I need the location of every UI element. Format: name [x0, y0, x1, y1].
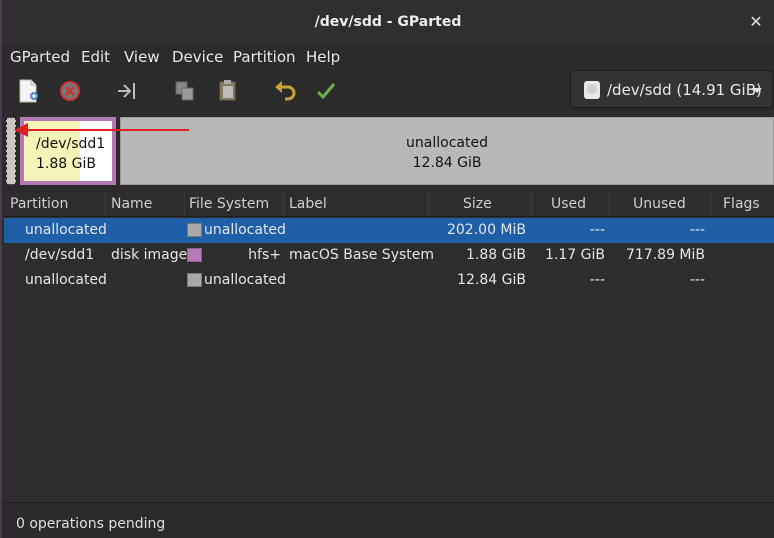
graph-unallocated-size: 12.84 GiB	[412, 155, 482, 171]
col-separator	[609, 192, 610, 216]
col-separator	[428, 192, 429, 216]
undo-icon[interactable]	[272, 78, 298, 104]
new-icon[interactable]	[15, 78, 41, 104]
fs-color-swatch	[187, 223, 202, 237]
menu-edit[interactable]: Edit	[81, 48, 110, 66]
col-size[interactable]: Size	[463, 196, 492, 212]
menu-partition[interactable]: Partition	[233, 48, 296, 66]
device-selector[interactable]: /dev/sdd (14.91 GiB)	[570, 70, 773, 108]
partition-table: Partition Name File System Label Size Us…	[4, 192, 774, 502]
graph-partition-size: 1.88 GiB	[36, 156, 96, 172]
col-separator	[105, 192, 106, 216]
fs-color-swatch	[187, 273, 202, 287]
delete-icon[interactable]	[57, 78, 83, 104]
table-row[interactable]: /dev/sdd1 disk image hfs+ macOS Base Sys…	[4, 243, 774, 268]
apply-icon[interactable]	[313, 78, 339, 104]
graph-unallocated-label: unallocated	[406, 135, 488, 151]
menu-gparted[interactable]: GParted	[10, 48, 70, 66]
cell-partition: unallocated	[25, 222, 107, 238]
cell-partition: /dev/sdd1	[25, 247, 95, 263]
col-separator	[710, 192, 711, 216]
cell-partition: unallocated	[25, 272, 107, 288]
col-name[interactable]: Name	[111, 196, 152, 212]
cell-name: disk image	[111, 247, 188, 263]
status-bar: 0 operations pending	[2, 502, 774, 538]
cell-size: 1.88 GiB	[466, 247, 526, 263]
cell-size: 12.84 GiB	[457, 272, 526, 288]
cell-filesystem: hfs+	[248, 247, 281, 263]
device-label: /dev/sdd (14.91 GiB)	[607, 81, 762, 99]
col-flags[interactable]: Flags	[723, 196, 760, 212]
close-icon[interactable]: ✕	[746, 12, 766, 32]
cell-label: macOS Base System	[289, 247, 435, 263]
col-used[interactable]: Used	[551, 196, 586, 212]
cell-unused: ---	[689, 222, 705, 238]
cell-size: 202.00 MiB	[446, 222, 526, 238]
window-title: /dev/sdd - GParted	[314, 14, 462, 30]
gparted-window: /dev/sdd - GParted ✕ GParted Edit View D…	[2, 0, 774, 538]
table-row[interactable]: unallocated unallocated 202.00 MiB --- -…	[4, 218, 774, 243]
col-separator	[531, 192, 532, 216]
status-text: 0 operations pending	[16, 516, 166, 532]
cell-filesystem: unallocated	[204, 222, 286, 238]
col-separator	[283, 192, 284, 216]
col-label[interactable]: Label	[289, 196, 327, 212]
cell-unused: 717.89 MiB	[625, 247, 705, 263]
graph-unallocated-large[interactable]: unallocated 12.84 GiB	[120, 117, 774, 185]
table-row[interactable]: unallocated unallocated 12.84 GiB --- --…	[4, 268, 774, 293]
cell-used: 1.17 GiB	[545, 247, 605, 263]
cell-used: ---	[589, 222, 605, 238]
copy-icon[interactable]	[172, 78, 198, 104]
chevron-down-icon	[752, 88, 762, 93]
menu-device[interactable]: Device	[172, 48, 223, 66]
col-separator	[184, 192, 185, 216]
col-filesystem[interactable]: File System	[189, 196, 269, 212]
col-partition[interactable]: Partition	[10, 196, 68, 212]
paste-icon[interactable]	[215, 78, 241, 104]
cell-used: ---	[589, 272, 605, 288]
col-unused[interactable]: Unused	[633, 196, 686, 212]
fs-color-swatch	[187, 248, 202, 262]
disk-icon	[584, 81, 600, 99]
resize-move-icon[interactable]	[114, 78, 140, 104]
cell-filesystem: unallocated	[204, 272, 286, 288]
title-bar: /dev/sdd - GParted ✕	[2, 0, 774, 46]
annotation-arrow	[14, 123, 189, 137]
table-header: Partition Name File System Label Size Us…	[4, 192, 774, 217]
menu-bar: GParted Edit View Device Partition Help	[2, 45, 774, 70]
cell-unused: ---	[689, 272, 705, 288]
menu-view[interactable]: View	[124, 48, 160, 66]
menu-help[interactable]: Help	[306, 48, 340, 66]
